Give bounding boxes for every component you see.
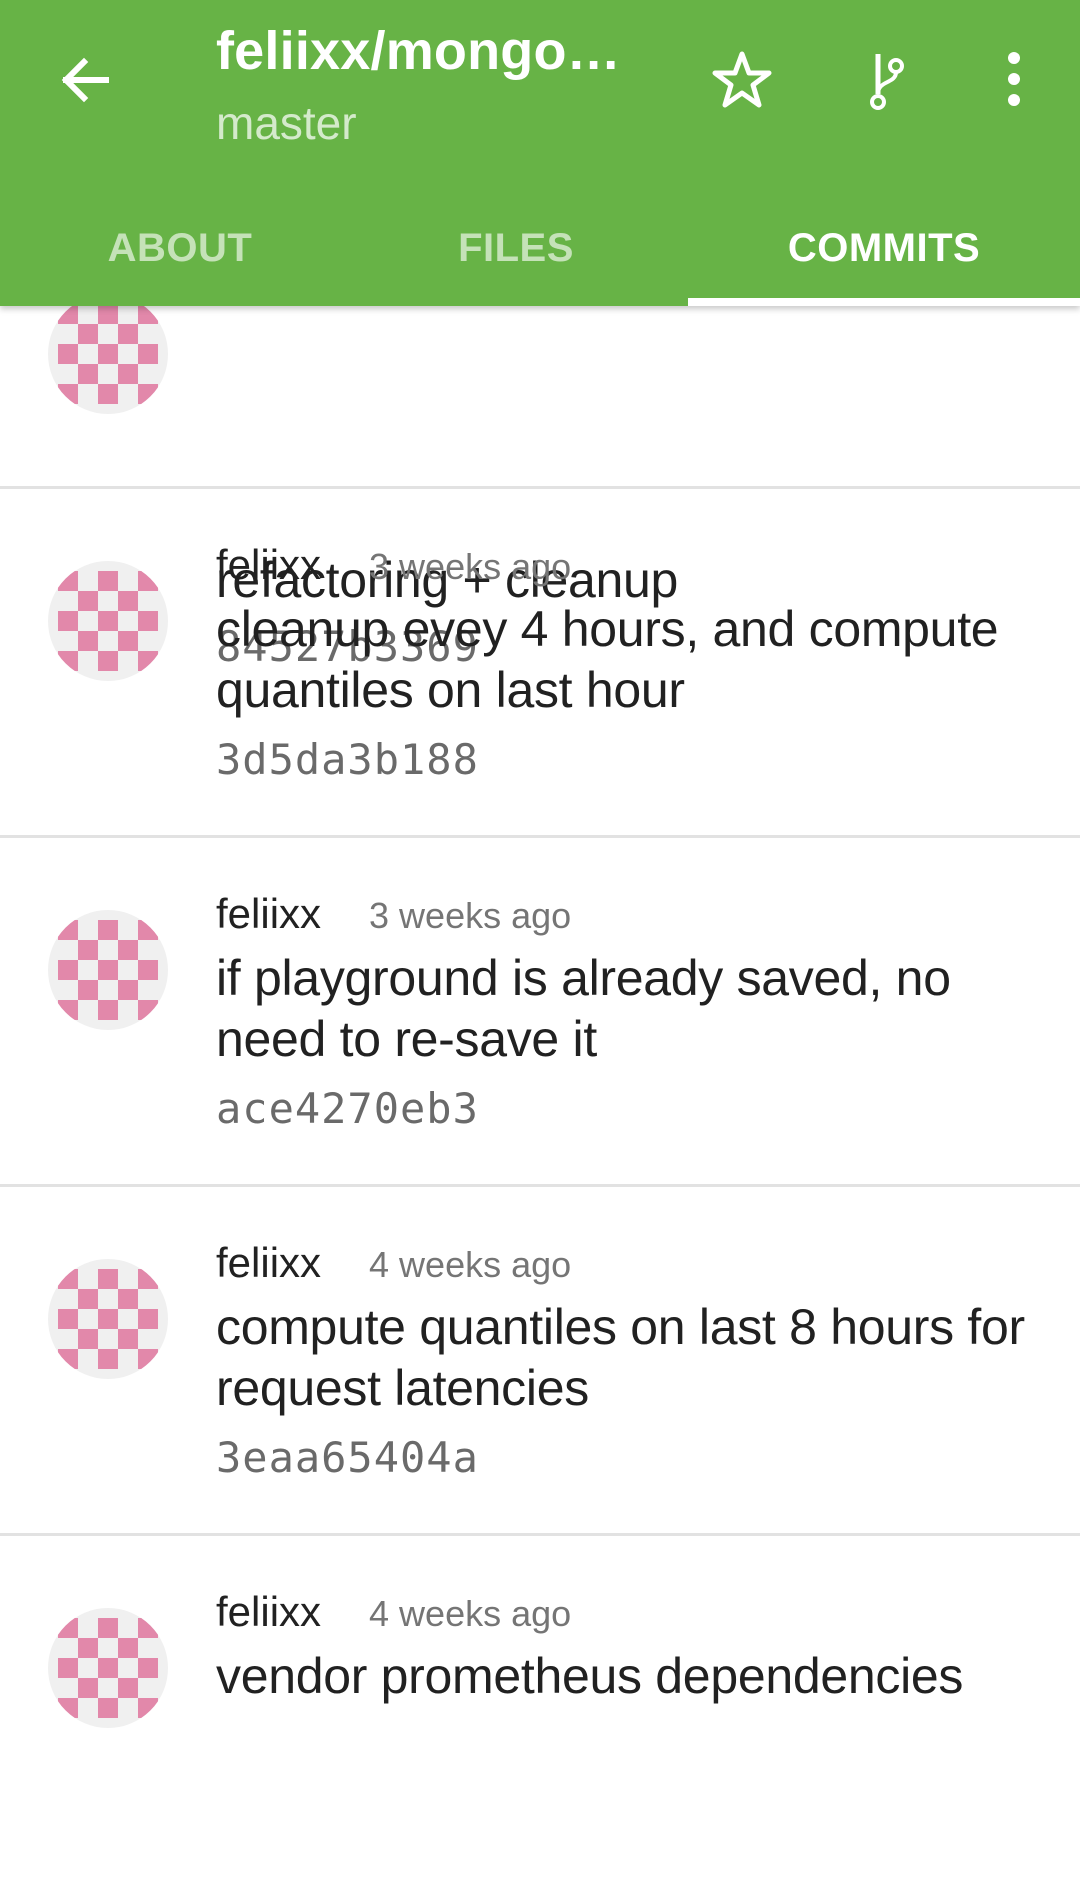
branch-button[interactable] — [850, 44, 922, 116]
arrow-back-icon — [61, 57, 109, 103]
commit-author: feliixx — [216, 890, 322, 937]
commit-meta: feliixx 3 weeks ago — [216, 541, 571, 589]
identicon-icon — [58, 304, 158, 404]
commit-row[interactable]: feliixx 4 weeks ago compute quantiles on… — [0, 1187, 1080, 1536]
commit-meta: feliixx 4 weeks ago — [216, 1239, 571, 1287]
commit-sha: ace4270eb3 — [216, 1084, 479, 1133]
overflow-menu-button[interactable] — [978, 44, 1050, 116]
identicon-icon — [58, 1269, 158, 1369]
star-outline-icon — [712, 51, 772, 108]
commit-date: 3 weeks ago — [369, 895, 572, 936]
git-branch-icon — [870, 54, 904, 110]
commit-message: cleanup evey 4 hours, and compute quanti… — [216, 601, 999, 718]
commit-row[interactable]: feliixx 3 weeks ago cleanup evey 4 hours… — [0, 489, 1080, 838]
avatar — [48, 561, 168, 681]
avatar — [48, 1259, 168, 1379]
identicon-icon — [58, 1618, 158, 1718]
commit-meta: feliixx 3 weeks ago — [216, 890, 571, 938]
identicon-icon — [58, 920, 158, 1020]
commit-date: 3 weeks ago — [369, 546, 572, 587]
commit-row[interactable]: feliixx 4 weeks ago vendor prometheus de… — [0, 1536, 1080, 1882]
avatar — [48, 294, 168, 414]
app-bar: feliixx/mongo… master ABOUT FILES COMMIT… — [0, 0, 1080, 306]
branch-subtitle: master — [216, 97, 357, 149]
avatar — [48, 1608, 168, 1728]
commit-message: if playground is already saved, no need … — [216, 950, 951, 1067]
back-button[interactable] — [52, 48, 116, 112]
commit-author: feliixx — [216, 1588, 322, 1635]
tab-commits[interactable]: COMMITS — [704, 190, 1064, 306]
repo-title: feliixx/mongo… — [216, 21, 621, 81]
tab-about[interactable]: ABOUT — [0, 190, 360, 306]
commit-author: feliixx — [216, 541, 322, 588]
identicon-icon — [58, 571, 158, 671]
commit-sha: 3eaa65404a — [216, 1433, 479, 1482]
tab-indicator — [688, 298, 1080, 306]
avatar — [48, 910, 168, 1030]
commit-message: compute quantiles on last 8 hours for re… — [216, 1299, 1025, 1416]
commit-sha: 3d5da3b188 — [216, 735, 479, 784]
more-vert-icon — [1008, 52, 1020, 106]
commit-author: feliixx — [216, 1239, 322, 1286]
commit-meta: feliixx 4 weeks ago — [216, 1588, 571, 1636]
commit-row[interactable]: feliixx 3 weeks ago if playground is alr… — [0, 838, 1080, 1187]
star-button[interactable] — [706, 44, 778, 116]
commit-message: vendor prometheus dependencies — [216, 1648, 964, 1704]
commit-date: 4 weeks ago — [369, 1244, 572, 1285]
tab-bar: ABOUT FILES COMMITS — [0, 190, 1080, 306]
commit-date: 4 weeks ago — [369, 1593, 572, 1634]
tab-files[interactable]: FILES — [336, 190, 696, 306]
